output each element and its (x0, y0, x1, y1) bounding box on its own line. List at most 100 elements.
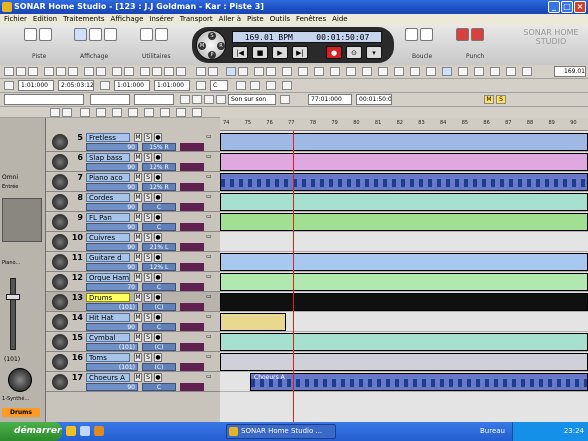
track-name[interactable]: Piano aco (86, 173, 130, 182)
arm-button[interactable]: ● (154, 373, 162, 382)
mute-button[interactable]: M (134, 373, 142, 382)
tempo-field[interactable]: 169.01 (554, 66, 586, 77)
solo-button[interactable]: S (144, 373, 152, 382)
menu-piste[interactable]: Piste (247, 14, 264, 25)
track-view-d-icon[interactable] (96, 108, 106, 117)
channel-select-field[interactable] (90, 94, 130, 105)
track-lock-icon[interactable]: ▭ (206, 253, 216, 261)
track-volume[interactable]: (101) (86, 303, 138, 311)
mute-button[interactable]: M (134, 333, 142, 342)
track-header-14[interactable]: 14 Hit Hat M S ● 90 C ▭ (46, 312, 220, 332)
knob-m[interactable]: M (198, 42, 206, 50)
track-view-e-icon[interactable] (112, 108, 122, 117)
mode-knob[interactable]: S M R P (196, 30, 226, 60)
track-pan[interactable]: C (142, 283, 176, 291)
track-lock-icon[interactable]: ▭ (206, 273, 216, 281)
mute-button[interactable]: M (134, 313, 142, 322)
track-lock-icon[interactable]: ▭ (206, 213, 216, 221)
track-header-12[interactable]: 12 Orgue Ham M S ● 70 C ▭ (46, 272, 220, 292)
quicklaunch-media-icon[interactable] (94, 426, 104, 436)
track-view-b-icon[interactable] (62, 108, 72, 117)
track-volume-knob[interactable] (52, 314, 68, 330)
arm-button[interactable]: ● (154, 193, 162, 202)
from-icon[interactable] (4, 81, 14, 90)
sound-field[interactable]: Son sur son (228, 94, 276, 105)
track-view-h-icon[interactable] (160, 108, 170, 117)
arm-button[interactable]: ● (154, 293, 162, 302)
taskbar-app-button[interactable]: SONAR Home Studio ... (226, 424, 336, 439)
track-volume[interactable]: 90 (86, 203, 138, 211)
track-name[interactable]: Fretless (86, 133, 130, 142)
view-list-icon[interactable] (74, 28, 87, 41)
punch-on-icon[interactable] (456, 28, 469, 41)
track-volume[interactable]: 70 (86, 283, 138, 291)
solo-button[interactable]: S (144, 353, 152, 362)
arm-button[interactable]: ● (154, 233, 162, 242)
solo-button[interactable]: S (144, 273, 152, 282)
desktop-toolbar-label[interactable]: Bureau (480, 425, 505, 438)
track-header-16[interactable]: 16 Toms M S ● (101) (C) ▭ (46, 352, 220, 372)
tempo-display[interactable]: 169.01 BPM 00:01:50:07 (232, 31, 382, 43)
zoom-out-icon[interactable] (250, 81, 260, 90)
track-view-c-icon[interactable] (80, 108, 90, 117)
arm-button[interactable]: ● (154, 273, 162, 282)
track-lock-icon[interactable]: ▭ (206, 133, 216, 141)
arm-button[interactable]: ● (154, 313, 162, 322)
rec-small-icon[interactable] (180, 95, 190, 104)
marker-icon[interactable] (196, 67, 206, 76)
track-name[interactable]: Cuivres (86, 233, 130, 242)
track-volume-knob[interactable] (52, 274, 68, 290)
track-header-10[interactable]: 10 Cuivres M S ● 90 21% L ▭ (46, 232, 220, 252)
solo-button[interactable]: S (144, 153, 152, 162)
sync-icon[interactable] (208, 67, 218, 76)
track-pan[interactable]: (C) (142, 343, 176, 351)
zoom-tool-icon[interactable] (176, 67, 186, 76)
erase-tool-icon[interactable] (164, 67, 174, 76)
menu-aide[interactable]: Aide (332, 14, 347, 25)
track-name[interactable]: Orgue Ham (86, 273, 130, 282)
track-volume-knob[interactable] (52, 254, 68, 270)
midi-clip[interactable] (220, 173, 588, 191)
track-view-f-icon[interactable] (128, 108, 138, 117)
solo-button[interactable]: S (144, 293, 152, 302)
track-props-icon[interactable] (24, 28, 37, 41)
track-header-5[interactable]: 5 Fretless M S ● 90 15% R ▭ (46, 132, 220, 152)
track-volume[interactable]: 90 (86, 183, 138, 191)
midi-clip[interactable] (220, 333, 588, 351)
arm-button[interactable]: ● (154, 333, 162, 342)
loop-end-field[interactable]: 1:01:000 (154, 80, 190, 91)
now-field[interactable]: 77:01:000 (308, 94, 352, 105)
mute-button[interactable]: M (134, 233, 142, 242)
track-header-15[interactable]: 15 Cymbal M S ● (101) (C) ▭ (46, 332, 220, 352)
track-lock-icon[interactable]: ▭ (206, 173, 216, 181)
key-field[interactable]: C (210, 80, 228, 91)
utility-mixer-icon[interactable] (140, 28, 153, 41)
track-header-6[interactable]: 6 Slap bass M S ● 90 12% R ▭ (46, 152, 220, 172)
midi-clip[interactable] (220, 213, 588, 231)
chord-icon[interactable] (266, 81, 276, 90)
knob-p[interactable]: P (208, 51, 216, 59)
rewind-button[interactable]: |◀ (232, 46, 248, 59)
draw-tool-icon[interactable] (152, 67, 162, 76)
menu-fichier[interactable]: Fichier (4, 14, 27, 25)
track-volume-knob[interactable] (52, 154, 68, 170)
mixer-icon[interactable] (298, 67, 308, 76)
snap-icon[interactable] (124, 67, 134, 76)
track-name[interactable]: Cymbal (86, 333, 130, 342)
record-options-button[interactable]: ▾ (366, 46, 382, 59)
midi-clip[interactable] (220, 273, 588, 291)
markers-view-icon[interactable] (410, 67, 420, 76)
now-time-field[interactable]: 00:01:50:07 (356, 94, 392, 105)
forward-button[interactable]: ▶| (292, 46, 308, 59)
loop-start-icon[interactable] (100, 81, 110, 90)
mute-toggle[interactable]: M (484, 95, 494, 104)
midi-clip[interactable] (220, 293, 588, 311)
track-volume[interactable]: 90 (86, 263, 138, 271)
redo-icon[interactable] (96, 67, 106, 76)
track-pan[interactable]: C (142, 203, 176, 211)
track-view-a-icon[interactable] (50, 108, 60, 117)
arm-button[interactable]: ● (154, 133, 162, 142)
track-view-i-icon[interactable] (176, 108, 186, 117)
track-name[interactable]: Drums (86, 293, 130, 302)
track-volume-knob[interactable] (52, 194, 68, 210)
